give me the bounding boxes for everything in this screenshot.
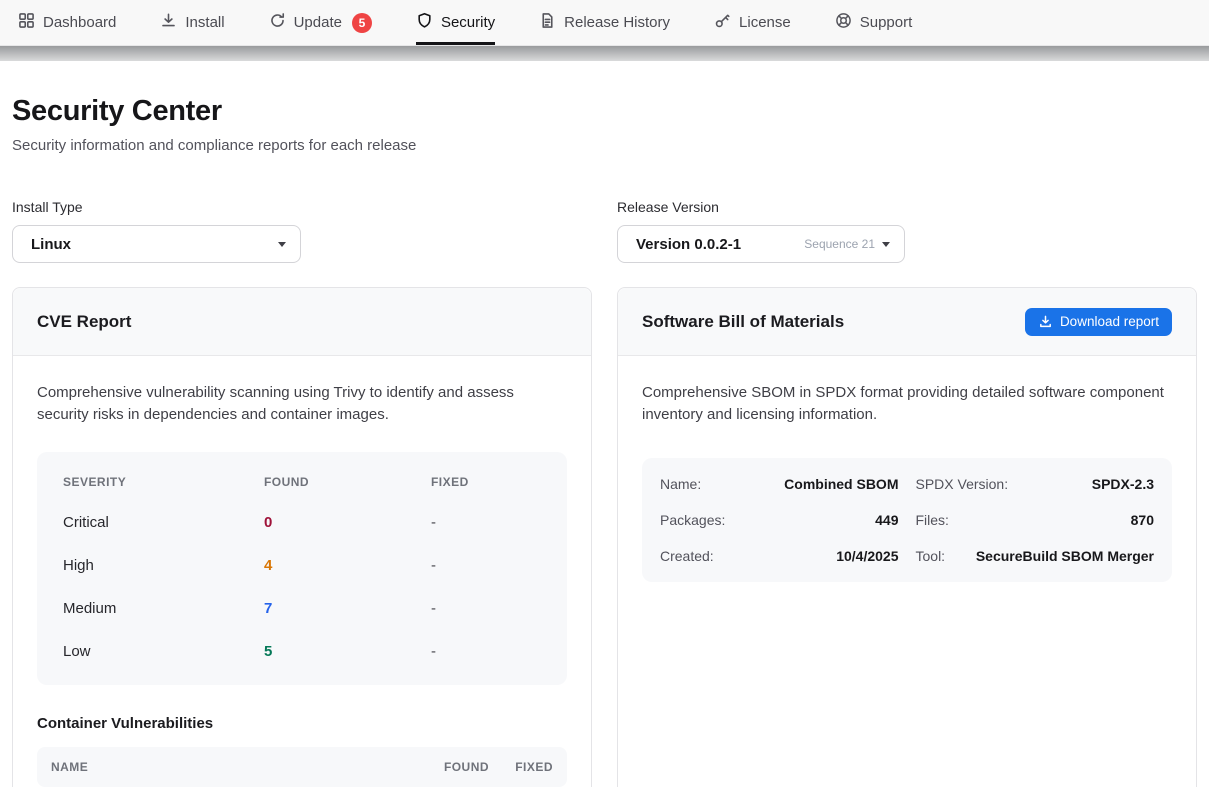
severity-table: SEVERITY FOUND FIXED Critical 0 - High 4… bbox=[37, 452, 567, 685]
nav-item-label: Install bbox=[185, 14, 224, 31]
release-version-select[interactable]: Version 0.0.2-1 Sequence 21 bbox=[617, 225, 905, 263]
chevron-down-icon bbox=[882, 242, 890, 247]
cve-card-title: CVE Report bbox=[37, 312, 131, 332]
detail-row-name: Name: Combined SBOM bbox=[660, 466, 899, 502]
release-version-value: Version 0.0.2-1 bbox=[636, 236, 804, 253]
detail-label: Tool: bbox=[916, 548, 946, 564]
col-header-fixed: FIXED bbox=[489, 760, 553, 774]
cve-description: Comprehensive vulnerability scanning usi… bbox=[37, 382, 567, 426]
detail-row-files: Files: 870 bbox=[916, 502, 1155, 538]
detail-row-tool: Tool: SecureBuild SBOM Merger bbox=[916, 538, 1155, 574]
window-divider-band bbox=[0, 46, 1209, 61]
nav-item-label: Security bbox=[441, 14, 495, 31]
update-count-badge: 5 bbox=[352, 13, 372, 33]
nav-item-install[interactable]: Install bbox=[160, 0, 224, 45]
severity-name: Low bbox=[63, 643, 264, 660]
severity-name: High bbox=[63, 557, 264, 574]
col-header-found: FOUND bbox=[264, 475, 431, 489]
container-vulnerabilities-title: Container Vulnerabilities bbox=[37, 715, 567, 732]
license-key-icon bbox=[714, 12, 731, 33]
severity-found-count: 7 bbox=[264, 600, 431, 617]
table-row: Low 5 - bbox=[63, 630, 541, 673]
col-header-severity: SEVERITY bbox=[63, 475, 264, 489]
severity-fixed-count: - bbox=[431, 600, 541, 617]
download-report-button[interactable]: Download report bbox=[1025, 308, 1172, 336]
page-subtitle: Security information and compliance repo… bbox=[12, 137, 1197, 154]
table-row: High 4 - bbox=[63, 544, 541, 587]
nav-item-label: License bbox=[739, 14, 791, 31]
detail-row-created: Created: 10/4/2025 bbox=[660, 538, 899, 574]
detail-label: SPDX Version: bbox=[916, 476, 1009, 492]
install-icon bbox=[160, 12, 177, 33]
detail-value: 10/4/2025 bbox=[836, 548, 898, 564]
sbom-card-header: Software Bill of Materials Download repo… bbox=[618, 288, 1196, 356]
sbom-details-grid: Name: Combined SBOM SPDX Version: SPDX-2… bbox=[642, 458, 1172, 582]
support-icon bbox=[835, 12, 852, 33]
severity-found-count: 4 bbox=[264, 557, 431, 574]
nav-item-dashboard[interactable]: Dashboard bbox=[18, 0, 116, 45]
detail-label: Created: bbox=[660, 548, 714, 564]
severity-table-header: SEVERITY FOUND FIXED bbox=[63, 460, 541, 501]
install-type-value: Linux bbox=[31, 236, 278, 253]
severity-fixed-count: - bbox=[431, 514, 541, 531]
detail-label: Files: bbox=[916, 512, 949, 528]
severity-name: Medium bbox=[63, 600, 264, 617]
install-type-label: Install Type bbox=[12, 199, 592, 215]
nav-item-label: Update bbox=[294, 14, 342, 31]
severity-fixed-count: - bbox=[431, 643, 541, 660]
sbom-description: Comprehensive SBOM in SPDX format provid… bbox=[642, 382, 1172, 426]
top-navigation: Dashboard Install Update 5 Security bbox=[0, 0, 1209, 46]
detail-label: Name: bbox=[660, 476, 701, 492]
container-vulnerabilities-header: NAME FOUND FIXED bbox=[37, 747, 567, 787]
detail-row-spdx-version: SPDX Version: SPDX-2.3 bbox=[916, 466, 1155, 502]
detail-row-packages: Packages: 449 bbox=[660, 502, 899, 538]
nav-item-support[interactable]: Support bbox=[835, 0, 913, 45]
table-row: Medium 7 - bbox=[63, 587, 541, 630]
nav-item-license[interactable]: License bbox=[714, 0, 791, 45]
detail-value: SecureBuild SBOM Merger bbox=[976, 548, 1154, 564]
detail-value: 449 bbox=[875, 512, 898, 528]
severity-name: Critical bbox=[63, 514, 264, 531]
filters-row: Install Type Linux Release Version Versi… bbox=[12, 199, 1197, 263]
release-history-icon bbox=[539, 12, 556, 33]
detail-label: Packages: bbox=[660, 512, 725, 528]
chevron-down-icon bbox=[278, 242, 286, 247]
sbom-card-title: Software Bill of Materials bbox=[642, 312, 844, 332]
severity-found-count: 0 bbox=[264, 514, 431, 531]
nav-item-update[interactable]: Update 5 bbox=[269, 0, 372, 45]
table-row: Critical 0 - bbox=[63, 501, 541, 544]
severity-found-count: 5 bbox=[264, 643, 431, 660]
cve-report-card: CVE Report Comprehensive vulnerability s… bbox=[12, 287, 592, 787]
nav-item-security[interactable]: Security bbox=[416, 0, 495, 45]
download-icon bbox=[1038, 314, 1053, 329]
col-header-fixed: FIXED bbox=[431, 475, 541, 489]
col-header-found: FOUND bbox=[413, 760, 489, 774]
detail-value: SPDX-2.3 bbox=[1092, 476, 1154, 492]
release-sequence-label: Sequence 21 bbox=[804, 237, 875, 251]
nav-item-label: Dashboard bbox=[43, 14, 116, 31]
download-button-label: Download report bbox=[1060, 314, 1159, 329]
sbom-card: Software Bill of Materials Download repo… bbox=[617, 287, 1197, 787]
severity-fixed-count: - bbox=[431, 557, 541, 574]
cve-card-header: CVE Report bbox=[13, 288, 591, 356]
page-title: Security Center bbox=[12, 95, 1197, 128]
col-header-name: NAME bbox=[51, 760, 413, 774]
nav-item-label: Release History bbox=[564, 14, 670, 31]
detail-value: Combined SBOM bbox=[784, 476, 898, 492]
nav-item-label: Support bbox=[860, 14, 913, 31]
nav-item-release-history[interactable]: Release History bbox=[539, 0, 670, 45]
install-type-select[interactable]: Linux bbox=[12, 225, 301, 263]
dashboard-icon bbox=[18, 12, 35, 33]
detail-value: 870 bbox=[1131, 512, 1154, 528]
security-shield-icon bbox=[416, 12, 433, 33]
update-icon bbox=[269, 12, 286, 33]
release-version-label: Release Version bbox=[617, 199, 1197, 215]
